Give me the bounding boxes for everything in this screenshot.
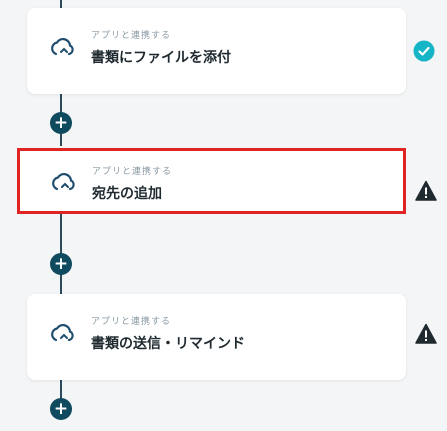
step-title: 書類にファイルを添付	[91, 50, 231, 66]
step-title: 書類の送信・リマインド	[91, 336, 245, 352]
step-sub-label: アプリと連携する	[92, 167, 173, 177]
flow-step-card[interactable]: アプリと連携する 書類の送信・リマインド	[27, 294, 406, 380]
add-step-button[interactable]: +	[50, 253, 72, 275]
step-title: 宛先の追加	[92, 186, 162, 202]
check-circle-icon	[413, 40, 435, 62]
warning-icon	[415, 180, 437, 201]
add-step-button[interactable]: +	[50, 398, 72, 420]
flow-step-card-highlighted[interactable]: アプリと連携する 宛先の追加	[17, 148, 406, 214]
cloud-app-icon	[52, 172, 75, 191]
warning-icon	[415, 323, 437, 344]
step-sub-label: アプリと連携する	[91, 317, 172, 327]
step-sub-label: アプリと連携する	[91, 31, 172, 41]
flow-connector	[60, 0, 62, 8]
add-step-button[interactable]: +	[50, 112, 72, 134]
cloud-app-icon	[51, 37, 74, 56]
cloud-app-icon	[51, 323, 74, 342]
flow-canvas: アプリと連携する 書類にファイルを添付 + アプリと連携する 宛先の追加 + ア…	[0, 0, 447, 431]
flow-step-card[interactable]: アプリと連携する 書類にファイルを添付	[27, 8, 435, 94]
